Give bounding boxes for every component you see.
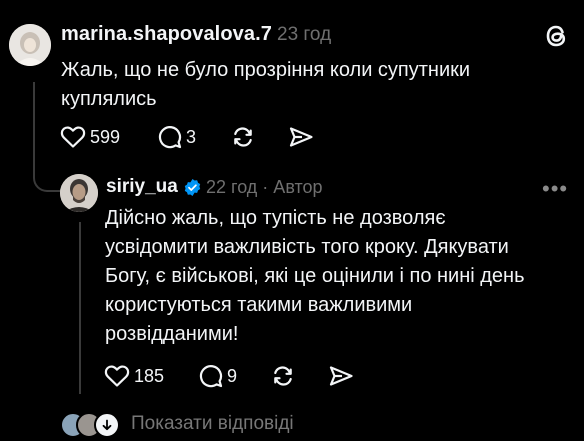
reply-username[interactable]: siriy_ua [106, 176, 178, 198]
share-button[interactable] [288, 125, 314, 149]
heart-icon [104, 364, 130, 388]
comment-count: 9 [227, 365, 238, 386]
like-button[interactable]: 599 [60, 125, 120, 149]
repost-icon [230, 125, 256, 149]
like-button[interactable]: 185 [104, 364, 164, 388]
repost-icon [270, 364, 296, 388]
repost-button[interactable] [270, 364, 296, 388]
reply-thread-line [79, 222, 81, 394]
post-timestamp: 23 год [277, 24, 332, 45]
reply-timestamp-author: 22 год · Автор [206, 177, 323, 197]
more-dots-icon[interactable]: ••• [542, 176, 568, 202]
like-count: 185 [134, 365, 165, 386]
send-icon [328, 364, 354, 388]
reply-avatars-stack[interactable] [60, 412, 124, 438]
reply-avatar[interactable] [60, 174, 98, 212]
post-text: Жаль, що не було прозріння коли супутник… [61, 59, 471, 110]
verified-badge-icon [183, 178, 202, 197]
comment-bubble-icon [199, 364, 223, 388]
comment-count: 3 [186, 126, 197, 147]
comment-bubble-icon [158, 125, 182, 149]
send-icon [288, 125, 314, 149]
heart-icon [60, 125, 86, 149]
reply-text: Дійсно жаль, що тупість не дозволяє усві… [105, 207, 525, 345]
share-button[interactable] [328, 364, 354, 388]
comment-button[interactable]: 3 [158, 125, 196, 149]
show-replies-link[interactable]: Показати відповіді [131, 413, 294, 435]
repost-button[interactable] [230, 125, 256, 149]
like-count: 599 [90, 126, 121, 147]
arrow-down-icon [94, 412, 120, 438]
comment-button[interactable]: 9 [199, 364, 237, 388]
post-username[interactable]: marina.shapovalova.7 [61, 23, 272, 46]
threads-logo-icon[interactable] [542, 22, 570, 50]
avatar[interactable] [9, 24, 51, 66]
